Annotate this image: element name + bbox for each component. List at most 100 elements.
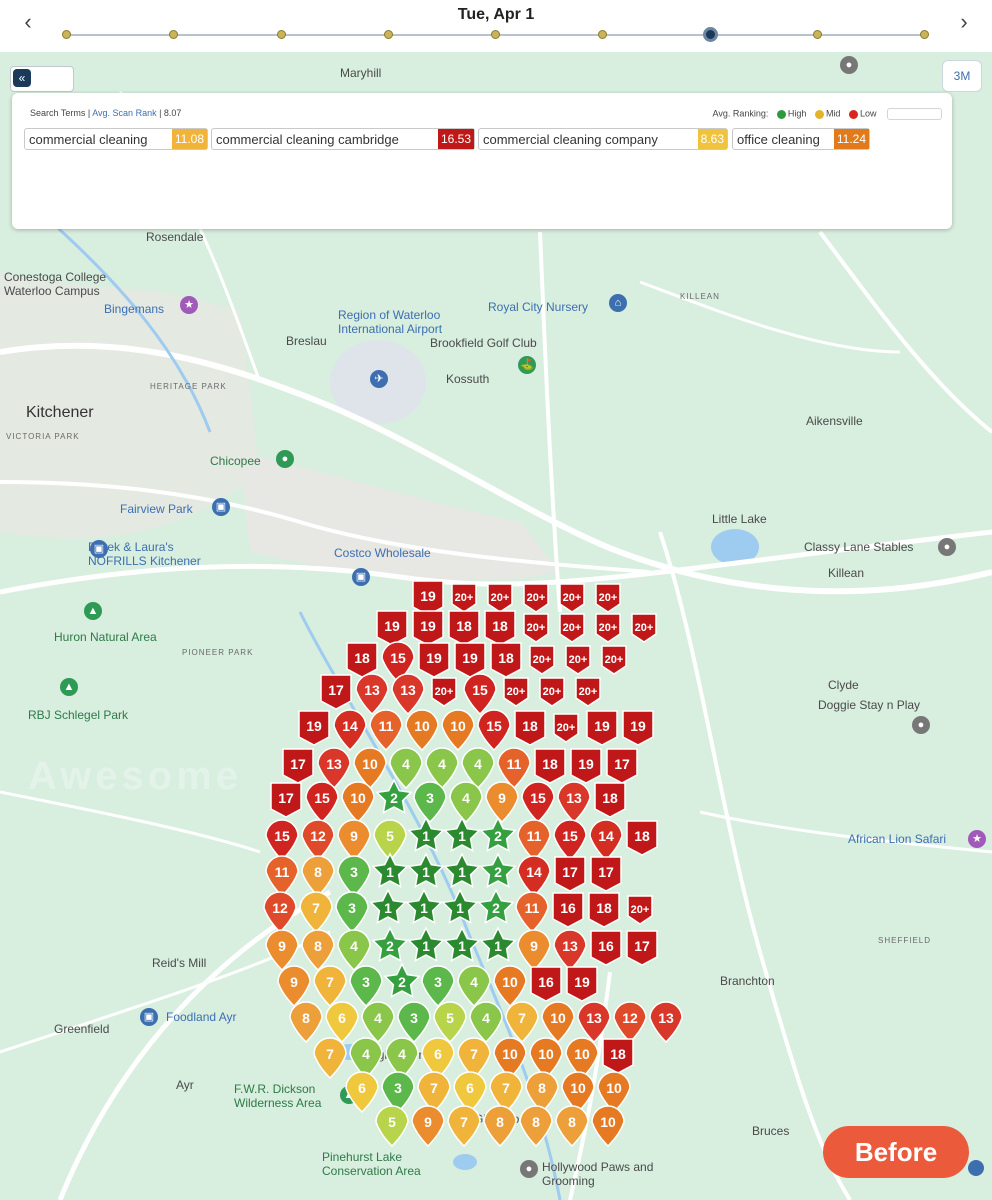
rank-marker[interactable]: 17 bbox=[606, 748, 638, 784]
rank-marker[interactable]: 7 bbox=[313, 965, 347, 1008]
rank-marker[interactable]: 13 bbox=[391, 673, 425, 716]
rank-marker[interactable]: 7 bbox=[447, 1105, 481, 1148]
rank-marker[interactable]: 13 bbox=[649, 1001, 683, 1044]
timeline-dot[interactable] bbox=[702, 27, 718, 42]
rank-marker[interactable]: 13 bbox=[553, 929, 587, 972]
rank-marker[interactable]: 20+ bbox=[601, 645, 627, 675]
rank-marker[interactable]: 20+ bbox=[595, 613, 621, 643]
rank-marker[interactable]: 20+ bbox=[575, 677, 601, 707]
rank-marker[interactable]: 4 bbox=[469, 1001, 503, 1044]
time-range-button[interactable]: 3M bbox=[942, 60, 982, 92]
date-timeline[interactable] bbox=[62, 27, 929, 43]
rank-marker[interactable]: 10 bbox=[405, 709, 439, 752]
rank-marker[interactable]: 17 bbox=[270, 782, 302, 818]
rank-marker[interactable]: 3 bbox=[337, 855, 371, 898]
rank-marker[interactable]: 8 bbox=[555, 1105, 589, 1148]
timeline-dot[interactable] bbox=[276, 30, 286, 39]
rank-marker[interactable]: 19 bbox=[376, 610, 408, 646]
rank-marker[interactable]: 1 bbox=[443, 852, 481, 888]
rank-marker[interactable]: 7 bbox=[299, 891, 333, 934]
collapse-panel-button[interactable]: « bbox=[10, 66, 74, 92]
rank-marker[interactable]: 2 bbox=[371, 926, 409, 962]
rank-marker[interactable]: 2 bbox=[477, 888, 515, 924]
rank-marker[interactable]: 19 bbox=[412, 580, 444, 616]
rank-marker[interactable]: 1 bbox=[369, 888, 407, 924]
rank-marker[interactable]: 10 bbox=[341, 781, 375, 824]
rank-marker[interactable]: 19 bbox=[566, 966, 598, 1002]
rank-marker[interactable]: 7 bbox=[505, 1001, 539, 1044]
rank-marker[interactable]: 1 bbox=[407, 926, 445, 962]
rank-marker[interactable]: 11 bbox=[517, 819, 551, 862]
rank-marker[interactable]: 2 bbox=[479, 852, 517, 888]
rank-marker[interactable]: 17 bbox=[554, 856, 586, 892]
rank-marker[interactable]: 20+ bbox=[595, 583, 621, 613]
timeline-dot[interactable] bbox=[598, 30, 608, 39]
rank-marker[interactable]: 3 bbox=[349, 965, 383, 1008]
rank-marker[interactable]: 20+ bbox=[529, 645, 555, 675]
rank-marker[interactable]: 10 bbox=[493, 965, 527, 1008]
rank-marker[interactable]: 1 bbox=[479, 926, 517, 962]
rank-marker[interactable]: 12 bbox=[263, 891, 297, 934]
rank-marker[interactable]: 1 bbox=[441, 888, 479, 924]
rank-marker[interactable]: 17 bbox=[282, 748, 314, 784]
keyword-chip[interactable]: commercial cleaning cambridge 16.53 bbox=[211, 128, 475, 150]
rank-marker[interactable]: 18 bbox=[514, 710, 546, 746]
timeline-dot[interactable] bbox=[383, 30, 393, 39]
rank-marker[interactable]: 8 bbox=[525, 1071, 559, 1114]
rank-marker[interactable]: 9 bbox=[517, 929, 551, 972]
rank-marker[interactable]: 12 bbox=[301, 819, 335, 862]
rank-marker[interactable]: 7 bbox=[417, 1071, 451, 1114]
keyword-chip[interactable]: commercial cleaning 11.08 bbox=[24, 128, 208, 150]
rank-marker[interactable]: 6 bbox=[325, 1001, 359, 1044]
rank-marker[interactable]: 9 bbox=[265, 929, 299, 972]
rank-marker[interactable]: 20+ bbox=[559, 583, 585, 613]
rank-marker[interactable]: 9 bbox=[485, 781, 519, 824]
avg-rank-label[interactable]: Avg. Scan Rank bbox=[92, 108, 156, 118]
rank-marker[interactable]: 18 bbox=[588, 892, 620, 928]
rank-marker[interactable]: 8 bbox=[519, 1105, 553, 1148]
rank-marker[interactable]: 16 bbox=[530, 966, 562, 1002]
rank-marker[interactable]: 6 bbox=[345, 1071, 379, 1114]
rank-marker[interactable]: 19 bbox=[418, 642, 450, 678]
before-button[interactable]: Before bbox=[823, 1126, 969, 1178]
rank-marker[interactable]: 11 bbox=[515, 891, 549, 934]
rank-marker[interactable]: 3 bbox=[381, 1071, 415, 1114]
rank-marker[interactable]: 7 bbox=[313, 1037, 347, 1080]
rank-marker[interactable]: 20+ bbox=[431, 677, 457, 707]
timeline-dot[interactable] bbox=[812, 30, 822, 39]
rank-marker[interactable]: 7 bbox=[489, 1071, 523, 1114]
rank-marker[interactable]: 20+ bbox=[523, 613, 549, 643]
rank-marker[interactable]: 3 bbox=[335, 891, 369, 934]
rank-marker[interactable]: 15 bbox=[305, 781, 339, 824]
rank-marker[interactable]: 20+ bbox=[451, 583, 477, 613]
rank-marker[interactable]: 19 bbox=[454, 642, 486, 678]
timeline-dot[interactable] bbox=[920, 30, 929, 39]
rank-marker[interactable]: 18 bbox=[346, 642, 378, 678]
rank-marker[interactable]: 15 bbox=[477, 709, 511, 752]
rank-marker[interactable]: 18 bbox=[448, 610, 480, 646]
rank-marker[interactable]: 8 bbox=[483, 1105, 517, 1148]
rank-marker[interactable]: 20+ bbox=[565, 645, 591, 675]
rank-marker[interactable]: 3 bbox=[421, 965, 455, 1008]
rank-marker[interactable]: 14 bbox=[517, 855, 551, 898]
rank-marker[interactable]: 19 bbox=[570, 748, 602, 784]
rank-marker[interactable]: 2 bbox=[479, 816, 517, 852]
rank-marker[interactable]: 20+ bbox=[503, 677, 529, 707]
rank-marker[interactable]: 1 bbox=[407, 816, 445, 852]
rank-marker[interactable]: 3 bbox=[397, 1001, 431, 1044]
rank-marker[interactable]: 19 bbox=[298, 710, 330, 746]
rank-marker[interactable]: 5 bbox=[433, 1001, 467, 1044]
rank-marker[interactable]: 18 bbox=[484, 610, 516, 646]
timeline-dot[interactable] bbox=[491, 30, 500, 39]
rank-marker[interactable]: 4 bbox=[457, 965, 491, 1008]
keyword-chip[interactable]: commercial cleaning company 8.63 bbox=[478, 128, 728, 150]
rank-marker[interactable]: 20+ bbox=[487, 583, 513, 613]
rank-marker[interactable]: 2 bbox=[383, 962, 421, 998]
rank-marker[interactable]: 8 bbox=[301, 855, 335, 898]
rank-marker[interactable]: 20+ bbox=[559, 613, 585, 643]
rank-marker[interactable]: 1 bbox=[443, 926, 481, 962]
rank-marker[interactable]: 10 bbox=[441, 709, 475, 752]
rank-marker[interactable]: 4 bbox=[449, 781, 483, 824]
rank-marker[interactable]: 10 bbox=[541, 1001, 575, 1044]
rank-marker[interactable]: 19 bbox=[586, 710, 618, 746]
